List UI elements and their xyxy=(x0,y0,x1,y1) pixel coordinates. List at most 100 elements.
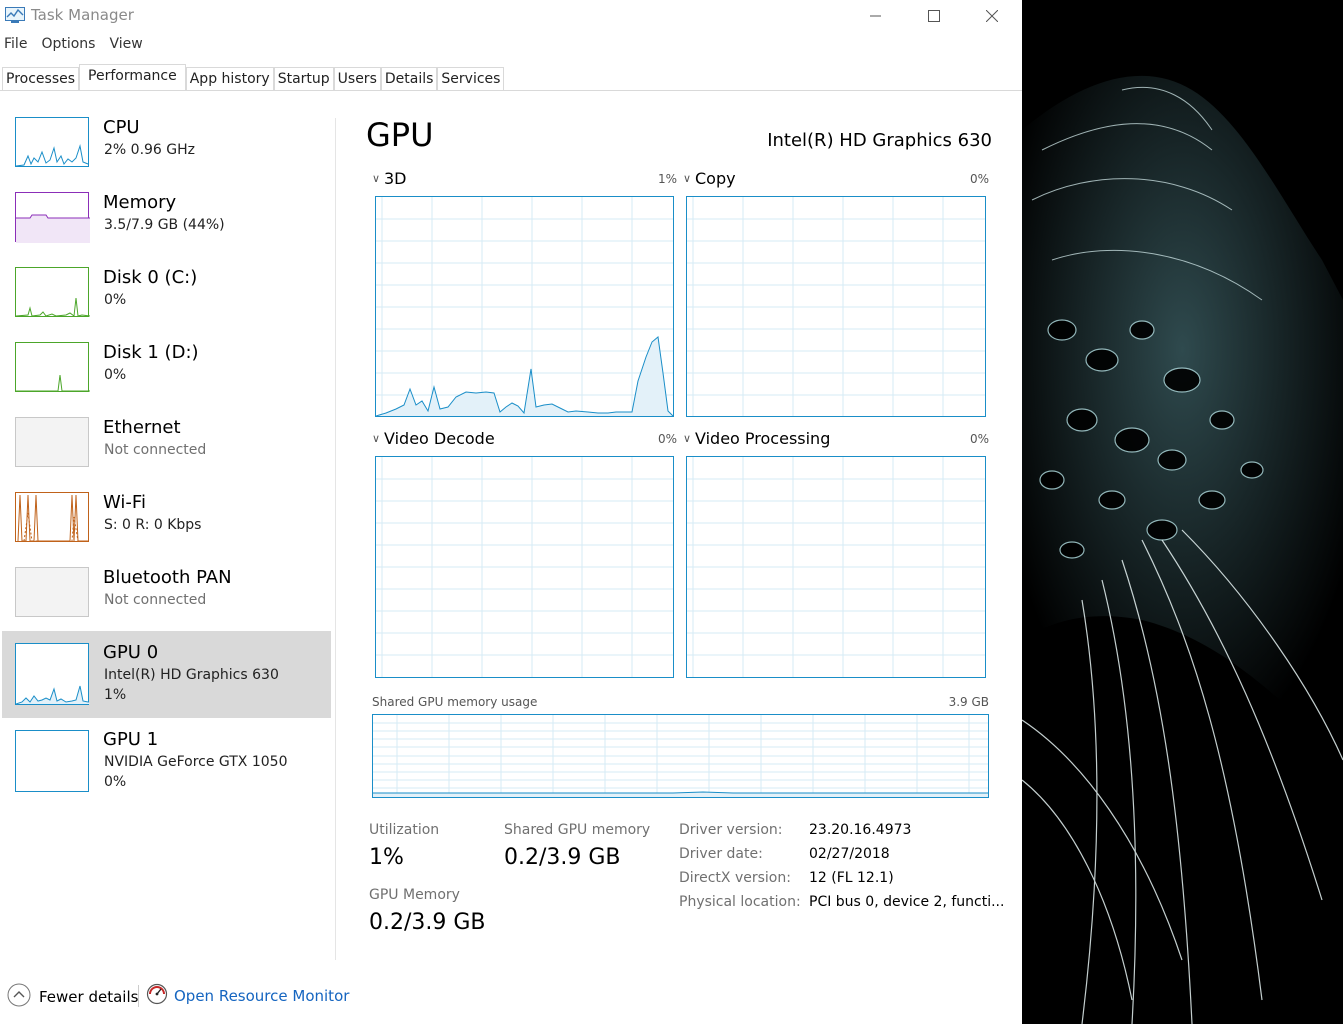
engine-selector-3d[interactable]: ∨ 3D xyxy=(372,169,407,188)
tab-performance[interactable]: Performance xyxy=(79,64,186,90)
utilization-value: 1% xyxy=(369,845,404,870)
tab-app-history[interactable]: App history xyxy=(185,67,274,90)
directx-version-label: DirectX version: xyxy=(679,870,791,886)
shared-memory-label: Shared GPU memory xyxy=(504,822,651,838)
fewer-details-button[interactable]: Fewer details xyxy=(7,983,138,1011)
resource-monitor-icon xyxy=(146,983,168,1009)
shared-memory-value: 0.2/3.9 GB xyxy=(504,845,621,870)
sidebar-item-detail: Intel(R) HD Graphics 630 xyxy=(104,667,279,683)
cpu-thumbnail-graph xyxy=(15,117,89,167)
sidebar-item-disk-1[interactable]: Disk 1 (D:) 0% xyxy=(2,333,331,408)
sidebar-item-name: Ethernet xyxy=(103,417,181,438)
menu-file[interactable]: File xyxy=(4,36,27,58)
sidebar-item-name: Wi-Fi xyxy=(103,492,146,513)
sidebar-item-name: Bluetooth PAN xyxy=(103,567,232,588)
chevron-down-icon: ∨ xyxy=(683,172,692,185)
title-bar[interactable]: Task Manager xyxy=(0,0,1022,32)
sidebar-item-memory[interactable]: Memory 3.5/7.9 GB (44%) xyxy=(2,183,331,258)
sidebar-item-percent: 1% xyxy=(104,687,127,703)
close-icon xyxy=(986,10,998,22)
fewer-details-label: Fewer details xyxy=(39,988,139,1006)
graph-copy xyxy=(686,196,986,417)
footer: Fewer details Open Resource Monitor xyxy=(0,980,1022,1012)
gpu-0-thumbnail-graph xyxy=(15,643,90,705)
maximize-icon xyxy=(928,10,940,22)
directx-version-value: 12 (FL 12.1) xyxy=(809,870,894,886)
engine-percent-video-decode: 0% xyxy=(657,432,677,446)
chevron-down-icon: ∨ xyxy=(683,432,692,445)
page-title: GPU xyxy=(366,116,434,154)
driver-date-label: Driver date: xyxy=(679,846,763,862)
minimize-icon xyxy=(870,10,882,22)
sidebar-item-detail: 0% xyxy=(104,292,127,308)
driver-version-value: 23.20.16.4973 xyxy=(809,822,912,838)
tab-processes[interactable]: Processes xyxy=(2,67,80,90)
menu-options[interactable]: Options xyxy=(41,36,95,58)
sidebar-item-name: GPU 1 xyxy=(103,729,159,750)
engine-selector-copy[interactable]: ∨ Copy xyxy=(683,169,736,188)
chevron-down-icon: ∨ xyxy=(372,172,381,185)
tab-bar: Processes Performance App history Startu… xyxy=(0,64,1022,91)
open-resource-monitor-label: Open Resource Monitor xyxy=(174,987,350,1005)
sidebar-item-cpu[interactable]: CPU 2% 0.96 GHz xyxy=(2,108,331,183)
task-manager-window: Task Manager File Options View Processes… xyxy=(0,0,1022,1024)
gpu-model-name: Intel(R) HD Graphics 630 xyxy=(767,130,992,151)
wifi-thumbnail-graph xyxy=(15,492,89,542)
gpu-memory-label: GPU Memory xyxy=(369,887,460,903)
desktop-wallpaper xyxy=(1022,0,1343,1024)
physical-location-value: PCI bus 0, device 2, functi... xyxy=(809,894,1005,910)
open-resource-monitor-link[interactable]: Open Resource Monitor xyxy=(146,983,349,1009)
sidebar-item-detail: Not connected xyxy=(104,442,207,458)
sidebar-item-detail: 0% xyxy=(104,367,127,383)
minimize-button[interactable] xyxy=(847,0,905,32)
engine-selector-video-processing[interactable]: ∨ Video Processing xyxy=(683,429,830,448)
footer-separator xyxy=(138,985,139,1007)
sidebar-item-wifi[interactable]: Wi-Fi S: 0 R: 0 Kbps xyxy=(2,483,331,558)
sidebar-item-gpu-0[interactable]: GPU 0 Intel(R) HD Graphics 630 1% xyxy=(2,631,331,718)
disk-0-thumbnail-graph xyxy=(15,267,90,317)
engine-percent-copy: 0% xyxy=(969,172,989,186)
shared-memory-graph-max: 3.9 GB xyxy=(948,695,989,709)
tab-services[interactable]: Services xyxy=(437,67,505,90)
graph-3d xyxy=(375,196,674,417)
driver-date-value: 02/27/2018 xyxy=(809,846,890,862)
tab-startup[interactable]: Startup xyxy=(273,67,334,90)
menu-view[interactable]: View xyxy=(109,36,142,58)
sidebar-item-name: Memory xyxy=(103,192,177,213)
ethernet-thumbnail-graph xyxy=(15,417,89,467)
shared-memory-graph-label: Shared GPU memory usage xyxy=(372,695,538,709)
sidebar-item-detail: Not connected xyxy=(104,592,207,608)
sidebar-item-name: GPU 0 xyxy=(103,642,159,663)
sidebar-item-name: Disk 0 (C:) xyxy=(103,267,198,288)
graph-shared-memory xyxy=(372,714,989,798)
sidebar-item-detail: NVIDIA GeForce GTX 1050 xyxy=(104,754,288,770)
engine-selector-video-decode[interactable]: ∨ Video Decode xyxy=(372,429,495,448)
sidebar-item-detail: 3.5/7.9 GB (44%) xyxy=(104,217,225,233)
tab-details[interactable]: Details xyxy=(380,67,438,90)
maximize-button[interactable] xyxy=(905,0,963,32)
driver-version-label: Driver version: xyxy=(679,822,783,838)
engine-percent-video-processing: 0% xyxy=(969,432,989,446)
physical-location-label: Physical location: xyxy=(679,894,801,910)
sidebar-item-percent: 0% xyxy=(104,774,127,790)
window-title: Task Manager xyxy=(31,6,134,24)
sidebar-item-detail: S: 0 R: 0 Kbps xyxy=(104,517,202,533)
graph-video-processing xyxy=(686,456,986,678)
engine-percent-3d: 1% xyxy=(657,172,677,186)
chevron-up-circle-icon xyxy=(7,983,31,1011)
sidebar-item-ethernet[interactable]: Ethernet Not connected xyxy=(2,408,331,483)
bluetooth-thumbnail-graph xyxy=(15,567,89,617)
sidebar-item-detail: 2% 0.96 GHz xyxy=(104,142,196,158)
graph-video-decode xyxy=(375,456,674,678)
sidebar-item-name: Disk 1 (D:) xyxy=(103,342,199,363)
task-manager-icon xyxy=(5,7,25,23)
sidebar-item-name: CPU xyxy=(103,117,140,138)
close-button[interactable] xyxy=(963,0,1021,32)
utilization-label: Utilization xyxy=(369,822,440,838)
tab-users[interactable]: Users xyxy=(333,67,381,90)
sidebar-item-disk-0[interactable]: Disk 0 (C:) 0% xyxy=(2,258,331,333)
sidebar-item-bluetooth-pan[interactable]: Bluetooth PAN Not connected xyxy=(2,558,331,633)
gpu-memory-value: 0.2/3.9 GB xyxy=(369,910,486,935)
sidebar-item-gpu-1[interactable]: GPU 1 NVIDIA GeForce GTX 1050 0% xyxy=(2,718,331,805)
gpu-panel: GPU Intel(R) HD Graphics 630 ∨3D 1% ∨C xyxy=(336,90,1022,970)
